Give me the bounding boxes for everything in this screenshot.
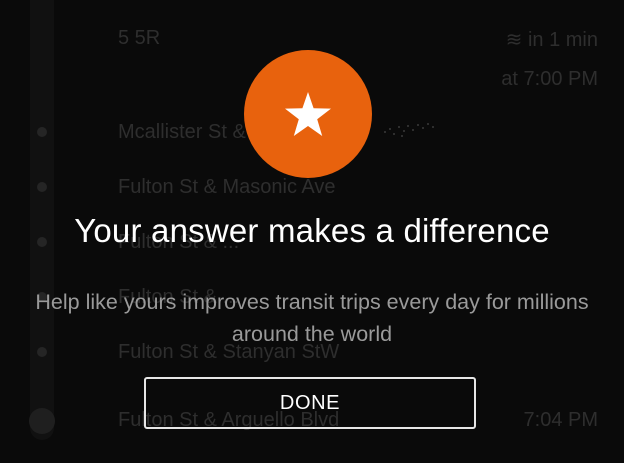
- feedback-thank-you-screen: 5 5R ≋ in 1 min at 7:00 PM Mcallister St…: [0, 0, 624, 463]
- route-name: 5 5R: [118, 27, 161, 49]
- done-button[interactable]: DONE: [144, 377, 476, 429]
- star-icon: [285, 92, 331, 136]
- arrival-time: at 7:00 PM: [501, 68, 598, 90]
- stop-marker: [37, 182, 47, 192]
- stop-marker: [37, 127, 47, 137]
- stop-name: Fulton St & Masonic Ave: [118, 176, 336, 198]
- headline: Your answer makes a difference: [74, 212, 550, 249]
- stop-time: 7:04 PM: [523, 409, 598, 431]
- arrival-relative: ≋ in 1 min: [505, 29, 598, 51]
- star-badge: [244, 50, 372, 178]
- subtext: Help like yours improves transit trips e…: [35, 290, 589, 346]
- stop-marker-end: [29, 408, 55, 434]
- realtime-icon: ≋: [505, 29, 523, 51]
- sparkle-decoration: [384, 123, 434, 137]
